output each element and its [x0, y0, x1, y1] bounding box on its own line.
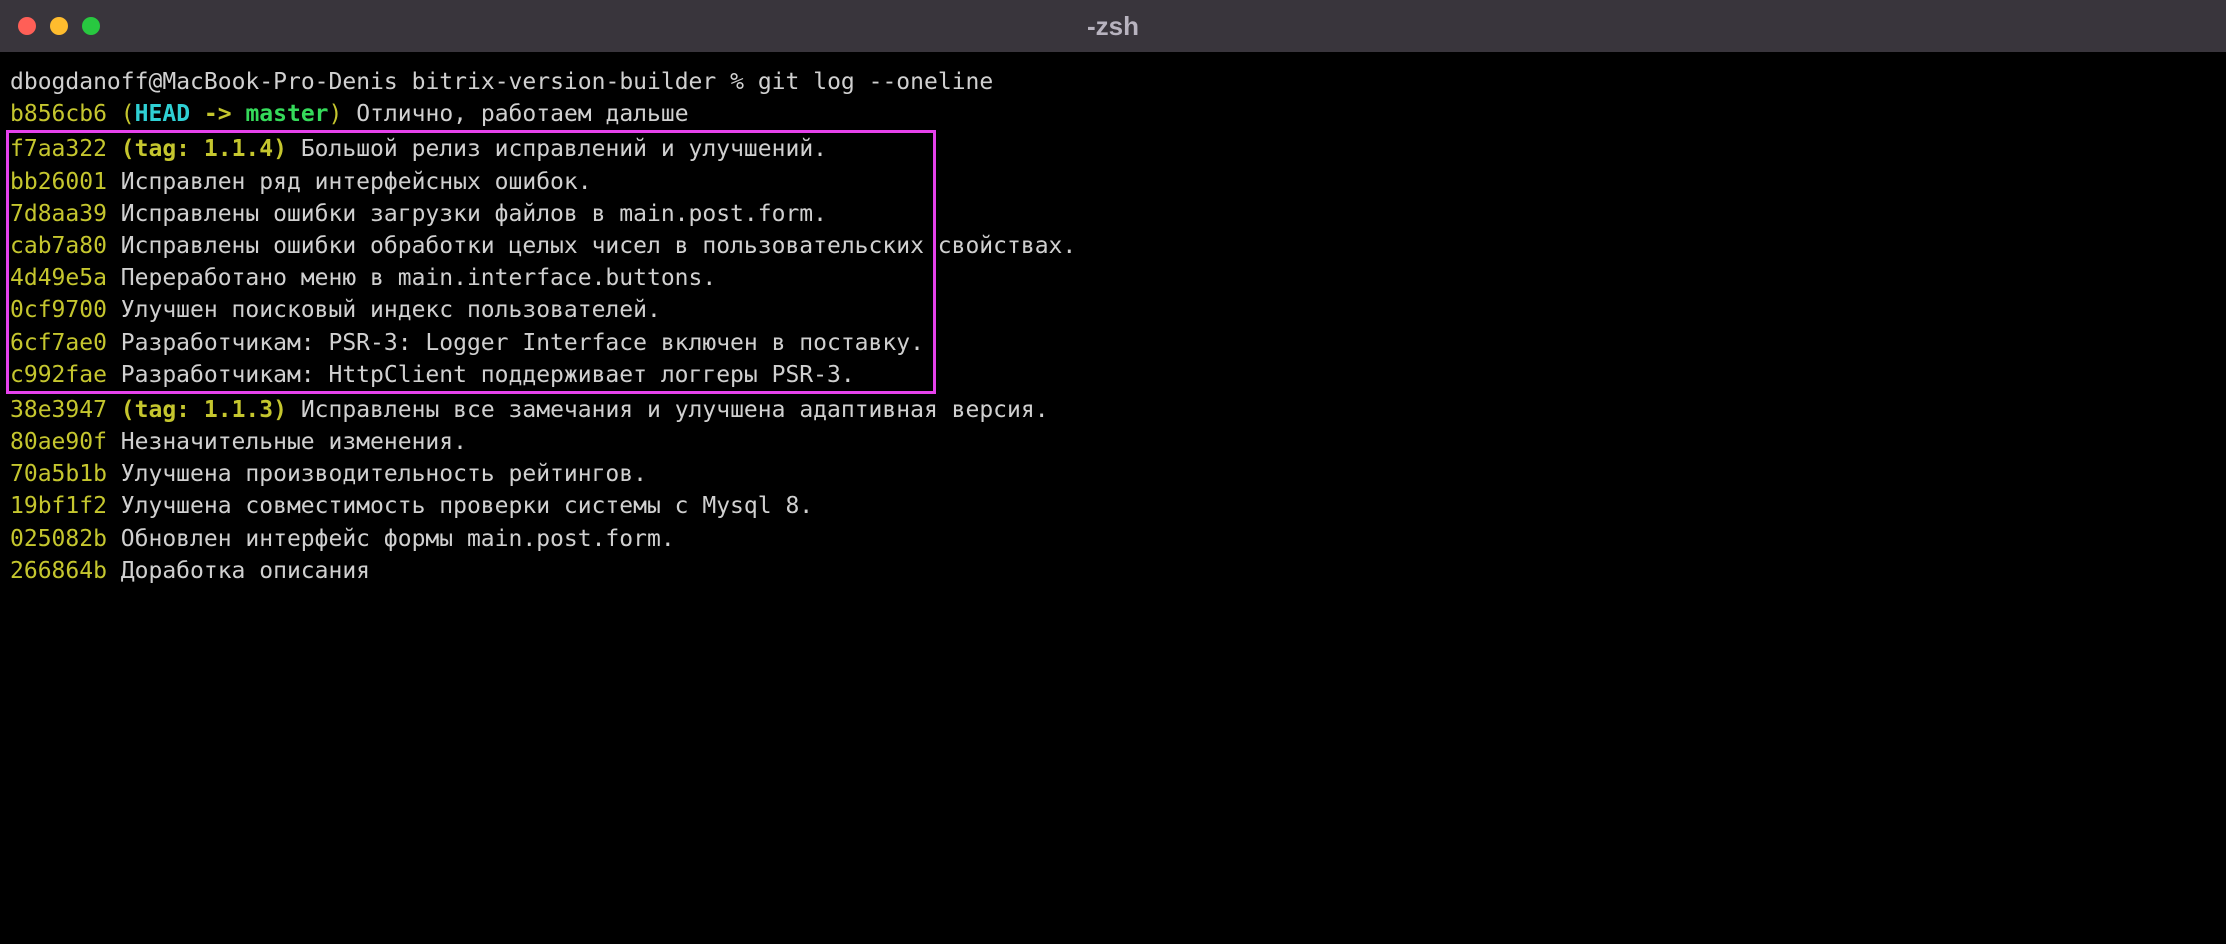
- git-log-line: 7d8aa39 Исправлены ошибки загрузки файло…: [10, 198, 933, 230]
- ref-arrow: ->: [190, 101, 245, 127]
- git-log-line: 266864b Доработка описания: [10, 555, 2216, 587]
- commit-msg: Исправлен ряд интерфейсных ошибок.: [107, 169, 592, 195]
- git-log-line: bb26001 Исправлен ряд интерфейсных ошибо…: [10, 166, 933, 198]
- git-log-line: 025082b Обновлен интерфейс формы main.po…: [10, 523, 2216, 555]
- git-log-line: 6cf7ae0 Разработчикам: PSR-3: Logger Int…: [10, 327, 933, 359]
- commit-hash: 19bf1f2: [10, 493, 107, 519]
- commit-hash: 4d49e5a: [10, 265, 107, 291]
- commit-msg: Исправлены все замечания и улучшена адап…: [287, 397, 1049, 423]
- close-icon[interactable]: [18, 17, 36, 35]
- git-log-line-head: b856cb6 (HEAD -> master) Отлично, работа…: [10, 98, 2216, 130]
- commit-msg: Обновлен интерфейс формы main.post.form.: [107, 526, 675, 552]
- git-log-line: c992fae Разработчикам: HttpClient поддер…: [10, 359, 933, 391]
- git-log-line: 19bf1f2 Улучшена совместимость проверки …: [10, 490, 2216, 522]
- commit-msg: Исправлены ошибки загрузки файлов в main…: [107, 201, 827, 227]
- commit-msg: Отлично, работаем дальше: [342, 101, 688, 127]
- git-log-line: 4d49e5a Переработано меню в main.interfa…: [10, 262, 933, 294]
- tag-ref: (tag: 1.1.3): [121, 397, 287, 423]
- git-log-line: cab7a80 Исправлены ошибки обработки целы…: [10, 230, 933, 262]
- commit-hash: c992fae: [10, 362, 107, 388]
- commit-msg: Большой релиз исправлений и улучшений.: [287, 136, 827, 162]
- commit-hash: bb26001: [10, 169, 107, 195]
- terminal-output[interactable]: dbogdanoff@MacBook-Pro-Denis bitrix-vers…: [0, 52, 2226, 587]
- commit-hash: 70a5b1b: [10, 461, 107, 487]
- git-log-line: 0cf9700 Улучшен поисковый индекс пользов…: [10, 294, 933, 326]
- commit-hash: 38e3947: [10, 397, 107, 423]
- head-ref: HEAD: [135, 101, 190, 127]
- git-log-line: 38e3947 (tag: 1.1.3) Исправлены все заме…: [10, 394, 2216, 426]
- commit-hash: f7aa322: [10, 136, 107, 162]
- commit-msg: Исправлены ошибки обработки целых чисел …: [107, 233, 1076, 259]
- commit-msg: Доработка описания: [107, 558, 370, 584]
- commit-msg: Переработано меню в main.interface.butto…: [107, 265, 716, 291]
- highlight-box: f7aa322 (tag: 1.1.4) Большой релиз испра…: [6, 130, 936, 394]
- commit-hash: 0cf9700: [10, 297, 107, 323]
- tag-ref: (tag: 1.1.4): [121, 136, 287, 162]
- commit-hash: 7d8aa39: [10, 201, 107, 227]
- commit-msg: Разработчикам: HttpClient поддерживает л…: [107, 362, 855, 388]
- commit-hash: 266864b: [10, 558, 107, 584]
- commit-hash: 80ae90f: [10, 429, 107, 455]
- prompt-user: dbogdanoff@MacBook-Pro-Denis bitrix-vers…: [10, 69, 993, 95]
- commit-hash: 6cf7ae0: [10, 330, 107, 356]
- commit-msg: Улучшена совместимость проверки системы …: [107, 493, 813, 519]
- commit-msg: Незначительные изменения.: [107, 429, 467, 455]
- commit-hash: cab7a80: [10, 233, 107, 259]
- traffic-lights: [18, 17, 100, 35]
- commit-msg: Улучшена производительность рейтингов.: [107, 461, 647, 487]
- titlebar: -zsh: [0, 0, 2226, 52]
- commit-msg: Разработчикам: PSR-3: Logger Interface в…: [107, 330, 924, 356]
- git-log-line: 70a5b1b Улучшена производительность рейт…: [10, 458, 2216, 490]
- window-title: -zsh: [1087, 8, 1139, 44]
- prompt-line: dbogdanoff@MacBook-Pro-Denis bitrix-vers…: [10, 66, 2216, 98]
- commit-hash: 025082b: [10, 526, 107, 552]
- git-log-line: 80ae90f Незначительные изменения.: [10, 426, 2216, 458]
- commit-hash: b856cb6: [10, 101, 107, 127]
- commit-msg: Улучшен поисковый индекс пользователей.: [107, 297, 661, 323]
- maximize-icon[interactable]: [82, 17, 100, 35]
- minimize-icon[interactable]: [50, 17, 68, 35]
- ref-open: (: [121, 101, 135, 127]
- git-log-line: f7aa322 (tag: 1.1.4) Большой релиз испра…: [10, 133, 933, 165]
- ref-close: ): [329, 101, 343, 127]
- branch-ref: master: [245, 101, 328, 127]
